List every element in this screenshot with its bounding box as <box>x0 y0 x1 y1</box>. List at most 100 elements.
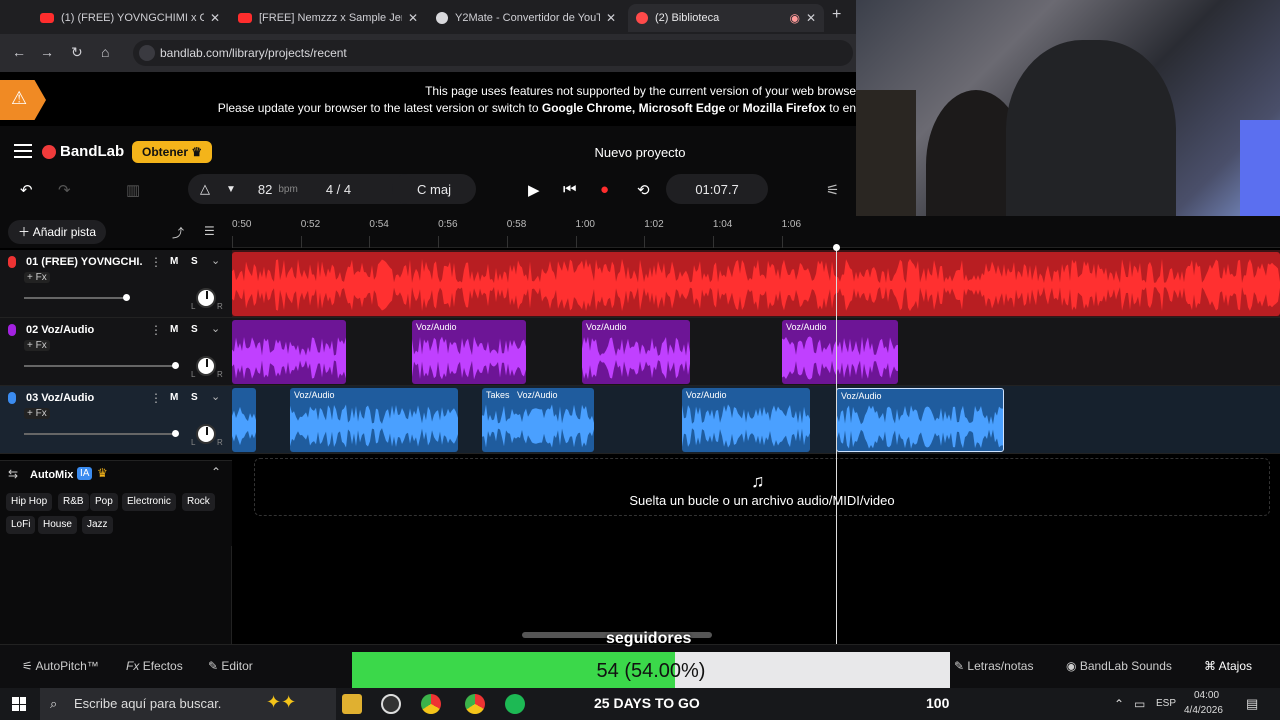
forward-icon[interactable]: → <box>40 44 54 60</box>
audio-clip[interactable]: Voz/Audio <box>582 320 690 384</box>
lyrics-button[interactable]: ✎ Letras/notas <box>954 659 1033 673</box>
notification-icon[interactable]: ▤ <box>1246 696 1258 712</box>
browser-tab-1[interactable]: (1) (FREE) YOVNGCHIMI x CDo ✕ <box>32 4 228 32</box>
effects-button[interactable]: Fx Efectos <box>126 659 183 673</box>
chevron-down-icon[interactable]: ⌄ <box>211 390 220 403</box>
bandlab-logo[interactable]: BandLab <box>42 143 124 160</box>
bpm-value[interactable]: 82 <box>258 182 272 197</box>
mute-button[interactable]: M <box>170 324 178 335</box>
solo-button[interactable]: S <box>191 256 198 267</box>
home-icon[interactable]: ⌂ <box>101 44 109 60</box>
audio-clip[interactable] <box>232 320 346 384</box>
track-3-lane[interactable]: Voz/Audio Takes Voz/Audio Voz/Audio Voz/… <box>232 386 1280 454</box>
audio-clip[interactable]: Voz/Audio <box>290 388 458 452</box>
clock-time[interactable]: 04:00 <box>1194 690 1219 701</box>
track-name[interactable]: 02 Voz/Audio <box>26 324 142 336</box>
edge-link[interactable]: Microsoft Edge <box>639 101 726 115</box>
time-signature[interactable]: 4 / 4 <box>326 182 351 197</box>
menu-icon[interactable] <box>14 144 32 158</box>
project-title[interactable]: Nuevo proyecto <box>560 145 720 160</box>
genre-tag[interactable]: Hip Hop <box>6 493 53 511</box>
redo-icon[interactable]: ↷ <box>58 181 71 199</box>
genre-tag[interactable]: Jazz <box>82 516 113 534</box>
firefox-link[interactable]: Mozilla Firefox <box>743 101 826 115</box>
chrome-icon[interactable] <box>465 694 485 714</box>
browser-tab-4[interactable]: (2) Biblioteca ◉ ✕ <box>628 4 824 32</box>
metronome-icon[interactable]: △ <box>200 181 210 197</box>
close-icon[interactable]: ✕ <box>210 11 220 25</box>
back-icon[interactable]: ← <box>12 44 26 60</box>
chevron-down-icon[interactable]: ⌄ <box>211 254 220 267</box>
audio-clip[interactable]: Voz/Audio <box>412 320 526 384</box>
editor-button[interactable]: ✎ Editor <box>208 659 253 673</box>
chrome-link[interactable]: Google Chrome, <box>542 101 635 115</box>
obtener-button[interactable]: Obtener ♛ <box>132 141 213 163</box>
volume-knob[interactable] <box>172 430 179 437</box>
site-info-icon[interactable] <box>139 45 155 61</box>
browser-tab-3[interactable]: Y2Mate - Convertidor de YouTu ✕ <box>428 4 624 32</box>
volume-knob[interactable] <box>123 294 130 301</box>
chrome-icon[interactable] <box>421 694 441 714</box>
solo-button[interactable]: S <box>191 392 198 403</box>
automix-label[interactable]: AutoMix <box>30 469 73 481</box>
pan-knob[interactable] <box>196 356 216 376</box>
new-tab-button[interactable]: + <box>832 6 841 24</box>
audio-clip[interactable]: Voz/Audio <box>782 320 898 384</box>
settings-icon[interactable]: ☰ <box>204 224 215 238</box>
autopitch-button[interactable]: ⚟ AutoPitch™ <box>22 659 99 673</box>
mute-button[interactable]: M <box>170 256 178 267</box>
close-icon[interactable]: ✕ <box>606 11 616 25</box>
track-1-lane[interactable] <box>232 250 1280 318</box>
undo-icon[interactable]: ↶ <box>20 181 33 199</box>
windows-start-icon[interactable] <box>12 697 26 711</box>
drop-zone[interactable]: ♫ Suelta un bucle o un archivo audio/MID… <box>254 458 1270 516</box>
genre-tag[interactable]: LoFi <box>6 516 36 534</box>
more-icon[interactable]: ⋮ <box>150 391 162 405</box>
volume-slider[interactable] <box>24 365 176 367</box>
audio-clip[interactable]: Takes Voz/Audio <box>482 388 594 452</box>
browser-tab-2[interactable]: [FREE] Nemzzz x Sample Jerk Ty ✕ <box>230 4 426 32</box>
spotify-icon[interactable] <box>505 694 525 714</box>
genre-tag[interactable]: R&B <box>58 493 89 511</box>
automation-icon[interactable]: ⤴ <box>172 224 184 241</box>
solo-button[interactable]: S <box>191 324 198 335</box>
more-icon[interactable]: ⋮ <box>150 323 162 337</box>
record-icon[interactable]: ● <box>600 181 609 198</box>
playhead-handle[interactable] <box>833 244 840 251</box>
reload-icon[interactable]: ↻ <box>71 44 83 61</box>
play-icon[interactable]: ▶ <box>528 181 540 199</box>
takes-label[interactable]: Takes <box>486 390 510 400</box>
genre-tag[interactable]: Rock <box>182 493 215 511</box>
mute-button[interactable]: M <box>170 392 178 403</box>
skip-back-icon[interactable]: ⏮ <box>563 181 577 198</box>
track-name[interactable]: 03 Voz/Audio <box>26 392 142 404</box>
loop-icon[interactable]: ⟲ <box>637 181 650 199</box>
chevron-down-icon[interactable]: ⌄ <box>211 322 220 335</box>
track-2-lane[interactable]: Voz/Audio Voz/Audio Voz/Audio <box>232 318 1280 386</box>
mixer-icon[interactable]: ⚟ <box>826 181 839 199</box>
selected-audio-clip[interactable]: Voz/Audio <box>836 388 1004 452</box>
key-selector[interactable]: C maj <box>392 174 476 204</box>
fx-button[interactable]: + Fx <box>24 340 50 351</box>
pan-knob[interactable] <box>196 424 216 444</box>
file-explorer-icon[interactable] <box>342 694 362 714</box>
volume-slider[interactable] <box>24 297 128 299</box>
track-name[interactable]: 01 (FREE) YOVNGCHI... <box>26 256 142 268</box>
shortcuts-button[interactable]: ⌘ Atajos <box>1204 659 1252 673</box>
piano-icon[interactable]: ▥ <box>126 181 140 199</box>
add-track-button[interactable]: ＋ Añadir pista <box>8 220 107 244</box>
more-icon[interactable]: ⋮ <box>150 255 162 269</box>
fx-button[interactable]: + Fx <box>24 408 50 419</box>
volume-slider[interactable] <box>24 433 176 435</box>
clock-date[interactable]: 4/4/2026 <box>1184 705 1223 716</box>
close-icon[interactable]: ✕ <box>806 11 816 25</box>
close-icon[interactable]: ✕ <box>408 11 418 25</box>
chevron-down-icon[interactable]: ▼ <box>226 184 236 195</box>
audio-clip[interactable]: Voz/Audio <box>682 388 810 452</box>
sounds-button[interactable]: ◉ BandLab Sounds <box>1066 659 1172 673</box>
volume-knob[interactable] <box>172 362 179 369</box>
genre-tag[interactable]: Electronic <box>122 493 176 511</box>
pan-knob[interactable] <box>196 288 216 308</box>
taskbar-search[interactable]: ⌕ Escribe aquí para buscar. ✦✦ <box>40 688 336 720</box>
chevron-up-icon[interactable]: ⌃ <box>211 465 221 479</box>
